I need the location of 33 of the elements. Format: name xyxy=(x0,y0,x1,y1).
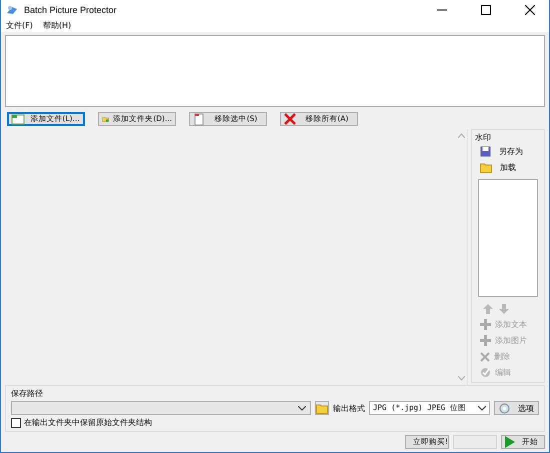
watermark-action[interactable]: 另存为 xyxy=(475,144,541,159)
window-title: Batch Picture Protector xyxy=(24,4,117,14)
cross-icon xyxy=(480,352,490,362)
dropdown-icon xyxy=(478,406,486,410)
watermark-action[interactable]: 加载 xyxy=(475,160,541,175)
checkbox[interactable] xyxy=(11,418,21,428)
group-title: 水印 xyxy=(475,132,492,143)
floppy-icon xyxy=(480,146,491,157)
file-list-box[interactable] xyxy=(5,35,545,107)
watermark-list[interactable] xyxy=(478,179,538,297)
check-icon xyxy=(480,367,491,378)
folder-icon xyxy=(480,162,492,173)
menu-item[interactable]: 文件(F) xyxy=(6,20,33,31)
format-label: 输出格式 xyxy=(333,402,366,414)
group-title: 保存路径 xyxy=(11,388,44,399)
app-icon xyxy=(6,4,18,16)
menu-item[interactable]: 帮助(H) xyxy=(42,20,72,31)
gear-icon xyxy=(498,402,510,414)
checkbox-label: 在输出文件夹中保留原始文件夹结构 xyxy=(24,417,152,428)
file-add-icon xyxy=(11,113,25,125)
cross-icon xyxy=(284,113,296,125)
options-button[interactable]: 选项 xyxy=(494,401,539,415)
plus-icon xyxy=(480,319,491,330)
close-icon[interactable] xyxy=(525,4,535,14)
document-icon xyxy=(193,112,205,126)
scroll-up-icon[interactable] xyxy=(458,133,465,138)
plus-icon xyxy=(480,335,491,346)
folder-icon xyxy=(316,402,328,414)
browse-button[interactable] xyxy=(315,401,330,415)
dropdown-icon xyxy=(298,406,306,410)
play-icon xyxy=(505,436,515,448)
maximize-icon[interactable] xyxy=(481,4,491,14)
scroll-down-icon[interactable] xyxy=(458,376,465,381)
